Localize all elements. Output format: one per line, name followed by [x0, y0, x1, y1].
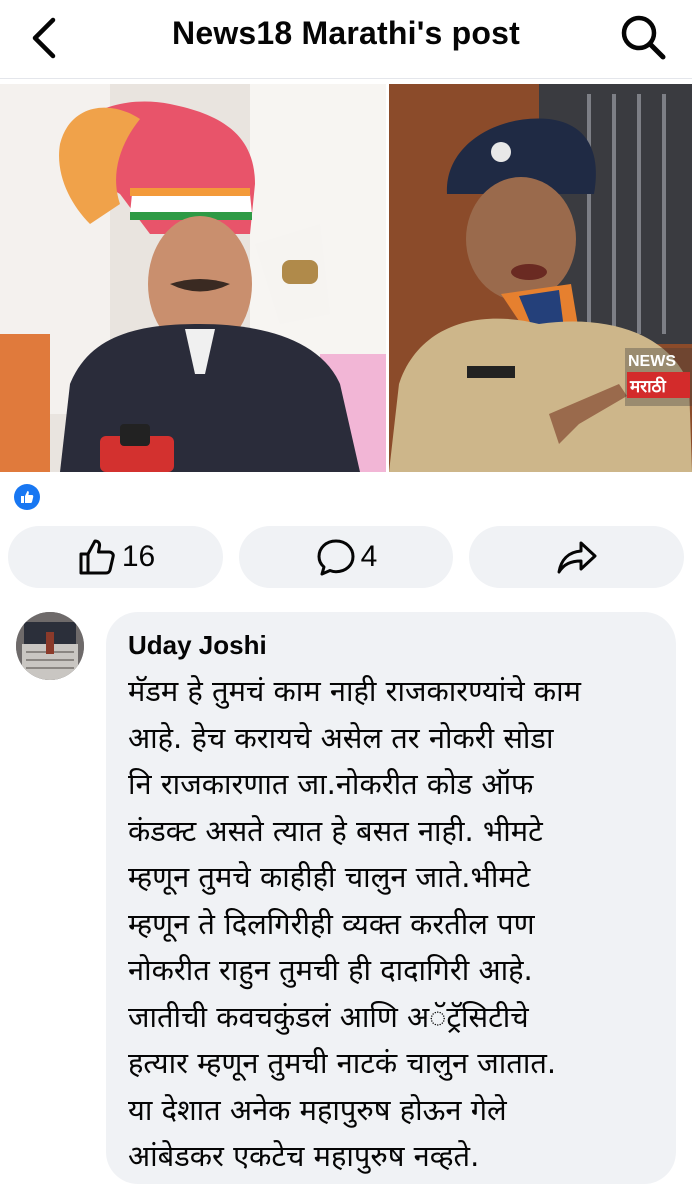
comment-line: मॅडम हे तुमचं काम नाही राजकारण्यांचे काम: [128, 674, 582, 708]
post-image[interactable]: NEWS मराठी: [0, 84, 692, 472]
share-button[interactable]: [469, 526, 684, 588]
comment-author[interactable]: Uday Joshi: [128, 630, 267, 661]
comment-button[interactable]: 4: [239, 526, 453, 588]
comment-line: नि राजकारणात जा.नोकरीत कोड ऑफ: [128, 767, 534, 801]
post-actions: 16 4: [8, 526, 684, 588]
comment-line: हत्यार म्हणून तुमची नाटकं चालुन जातात.: [128, 1046, 557, 1080]
comment-line: नोकरीत राहुन तुमची ही दादागिरी आहे.: [128, 953, 533, 987]
like-reaction-badge[interactable]: [14, 484, 40, 510]
comment-line: आंबेडकर एकटेच महापुरुष नव्हते.: [128, 1139, 480, 1173]
comment-text: मॅडम हे तुमचं काम नाही राजकारण्यांचे काम…: [128, 668, 668, 1180]
search-icon: [621, 15, 666, 60]
comment-line: म्हणून तुमचे काहीही चालुन जाते.भीमटे: [128, 860, 531, 894]
news-watermark-line2: मराठी: [629, 376, 666, 397]
thumbs-up-icon: [21, 491, 34, 503]
top-bar: News18 Marathi's post: [0, 0, 692, 79]
comment-line: या देशात अनेक महापुरुष होऊन गेले: [128, 1092, 507, 1127]
page-title: News18 Marathi's post: [172, 15, 520, 51]
comment-bubble: Uday Joshi मॅडम हे तुमचं काम नाही राजकार…: [106, 612, 676, 1184]
comment-bubble-icon: [317, 539, 355, 576]
search-button[interactable]: [616, 10, 670, 64]
photo-police-officer: NEWS मराठी: [389, 84, 692, 472]
news-watermark-line1: NEWS: [628, 353, 676, 370]
share-arrow-icon: [557, 541, 596, 574]
thumbs-up-icon: [79, 539, 115, 575]
like-button[interactable]: 16: [8, 526, 223, 588]
commenter-avatar[interactable]: [16, 612, 84, 680]
photo-politician: [0, 84, 386, 472]
like-count: 16: [121, 540, 156, 573]
comment-line: कंडक्ट असते त्यात हे बसत नाही. भीमटे: [128, 813, 543, 848]
comment-line: म्हणून ते दिलगिरीही व्यक्त करतील पण: [128, 906, 535, 941]
comment-line: जातीची कवचकुंडलं आणि अॅट्रॅसिटीचे: [128, 999, 529, 1034]
comment-count: 4: [360, 540, 378, 573]
comment-line: आहे. हेच करायचे असेल तर नोकरी सोडा: [128, 720, 554, 755]
